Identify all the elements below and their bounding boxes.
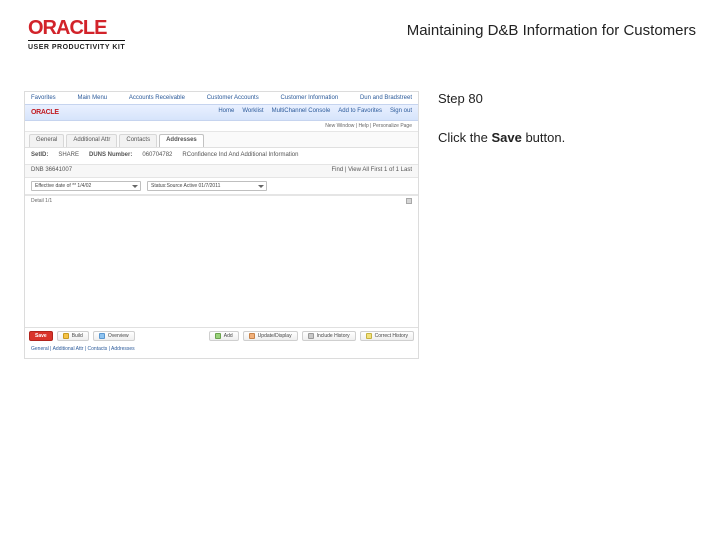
expand-icon[interactable] (406, 198, 412, 204)
grid-title: DNB 36641007 (31, 167, 72, 175)
duns-value: 060704782 (142, 152, 172, 160)
overview-button[interactable]: Overview (93, 331, 135, 342)
step-instruction: Click the Save button. (438, 130, 700, 145)
crumb[interactable]: Main Menu (77, 95, 107, 103)
window-tools[interactable]: New Window | Help | Personalize Page (25, 121, 418, 133)
menu-mcc[interactable]: MultiChannel Console (272, 108, 331, 116)
instr-pre: Click the (438, 130, 491, 145)
menu-worklist[interactable]: Worklist (242, 108, 263, 116)
page-header: ORACLE USER PRODUCTIVITY KIT Maintaining… (0, 0, 720, 55)
correct-button[interactable]: Correct History (360, 331, 414, 342)
tab-strip: General Additional Attr Contacts Address… (25, 132, 418, 148)
update-button[interactable]: Update/Display (243, 331, 298, 342)
oracle-logo: ORACLE (28, 18, 125, 38)
step-label: Step 80 (438, 91, 700, 106)
include-icon (308, 333, 314, 339)
menu-fav[interactable]: Add to Favorites (338, 108, 382, 116)
record-header: SetID: SHARE DUNS Number: 060704782 RCon… (25, 148, 418, 164)
crumb[interactable]: Favorites (31, 95, 56, 103)
grid-header: DNB 36641007 Find | View All First 1 of … (25, 164, 418, 178)
upk-label: USER PRODUCTIVITY KIT (28, 40, 125, 51)
save-button[interactable]: Save (29, 331, 53, 342)
app-window: Favorites Main Menu Accounts Receivable … (24, 91, 419, 359)
crumb[interactable]: Customer Accounts (207, 95, 259, 103)
content-row: Favorites Main Menu Accounts Receivable … (0, 91, 720, 359)
instr-bold: Save (491, 130, 521, 145)
section-title: RConfidence Ind And Additional Informati… (182, 152, 298, 160)
duns-label: DUNS Number: (89, 152, 132, 160)
tab-contacts[interactable]: Contacts (119, 134, 157, 147)
footer-links[interactable]: General | Additional Attr | Contacts | A… (25, 343, 418, 358)
status-select[interactable]: Status:Source Active 01/7/2011 (147, 181, 267, 191)
effective-date-select[interactable]: Effective date of ** 1/4/02 (31, 181, 141, 191)
grid-pager[interactable]: Find | View All First 1 of 1 Last (332, 167, 412, 175)
add-icon (215, 333, 221, 339)
action-bar: Save Build Overview Add Update/Display I… (25, 327, 418, 344)
build-icon (63, 333, 69, 339)
setid-value: SHARE (58, 152, 79, 160)
add-button[interactable]: Add (209, 331, 239, 342)
doc-title: Maintaining D&B Information for Customer… (407, 22, 696, 39)
logo-block: ORACLE USER PRODUCTIVITY KIT (28, 18, 125, 51)
correct-icon (366, 333, 372, 339)
tab-addresses[interactable]: Addresses (159, 134, 204, 147)
overview-icon (99, 333, 105, 339)
crumb[interactable]: Customer Information (281, 95, 339, 103)
crumb[interactable]: Accounts Receivable (129, 95, 185, 103)
crumb[interactable]: Dun and Bradstreet (360, 95, 412, 103)
instr-post: button. (522, 130, 565, 145)
tab-additional[interactable]: Additional Attr (66, 134, 117, 147)
filter-row: Effective date of ** 1/4/02 Status:Sourc… (25, 178, 418, 195)
footer-link-text[interactable]: General | Additional Attr | Contacts | A… (31, 346, 135, 352)
include-button[interactable]: Include History (302, 331, 356, 342)
tab-general[interactable]: General (29, 134, 64, 147)
build-button[interactable]: Build (57, 331, 89, 342)
screenshot-column: Favorites Main Menu Accounts Receivable … (24, 91, 424, 359)
instruction-column: Step 80 Click the Save button. (424, 91, 700, 145)
detail-label: Detail 1/1 (31, 198, 52, 205)
breadcrumb: Favorites Main Menu Accounts Receivable … (25, 92, 418, 104)
detail-area: Detail 1/1 (25, 195, 418, 327)
update-icon (249, 333, 255, 339)
menu-signout[interactable]: Sign out (390, 108, 412, 116)
brand-bar: ORACLE Home Worklist MultiChannel Consol… (25, 104, 418, 121)
setid-label: SetID: (31, 152, 48, 160)
top-menu: Home Worklist MultiChannel Console Add t… (218, 108, 412, 116)
menu-home[interactable]: Home (218, 108, 234, 116)
oracle-brand-icon: ORACLE (31, 108, 59, 117)
